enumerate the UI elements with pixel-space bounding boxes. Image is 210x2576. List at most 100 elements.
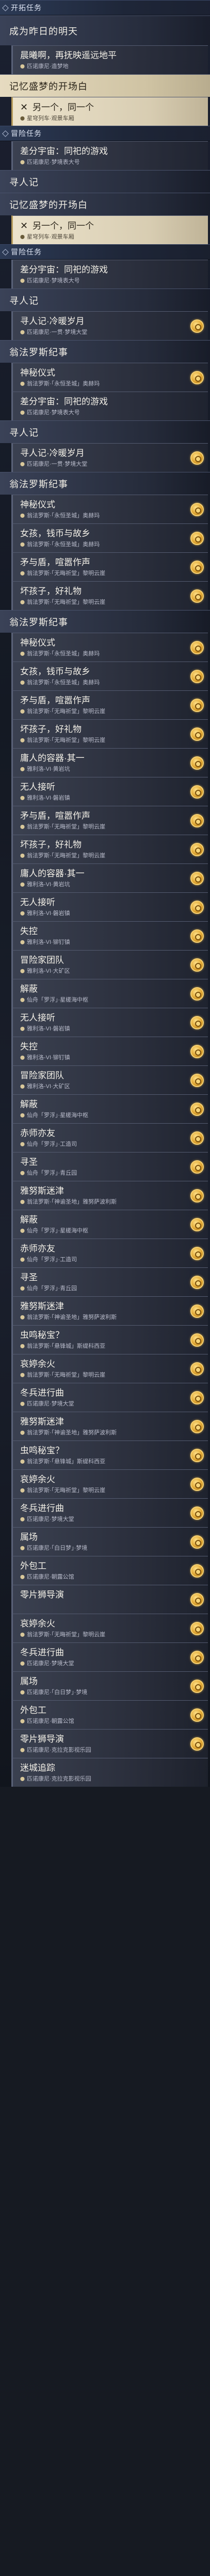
quest-item[interactable]: 女孩，钱币与故乡 ⬤ 翁法罗斯·「永恒圣城」奥赫玛 bbox=[11, 662, 208, 690]
quest-item[interactable]: 冬兵进行曲 ⬤ 匹诺康尼·梦境大堂 bbox=[11, 1498, 208, 1527]
quest-title-text: 哀婷余火 bbox=[20, 1619, 55, 1629]
quest-group-title[interactable]: 成为昨日的明天 bbox=[0, 15, 210, 45]
quest-item[interactable]: 哀婷余火 ⬤ 翁法罗斯·「无晦祈堂」黎明云崖 bbox=[11, 1354, 208, 1383]
quest-title: 冬兵进行曲 bbox=[20, 1647, 185, 1658]
quest-item[interactable]: 虫鸣秘宝？ ⬤ 翁法罗斯·「悬锋城」斯缇科西亚 bbox=[11, 1440, 208, 1469]
quest-location: ⬤ 仙舟「罗浮」·星槎海中枢 bbox=[20, 1227, 185, 1234]
quest-title-text: 晨曦啊，再抚映遥远地平 bbox=[20, 50, 117, 60]
quest-item[interactable]: 雅努斯迷津 ⬤ 翁法罗斯·「神谕圣地」雅努萨波利斯 bbox=[11, 1412, 208, 1440]
quest-item[interactable]: 无人接听 ⬤ 雅利洛-VI·磐岩镇 bbox=[11, 892, 208, 921]
quest-item[interactable]: 虫鸣秘宝？ ⬤ 翁法罗斯·「悬锋城」斯缇科西亚 bbox=[11, 1325, 208, 1354]
quest-item[interactable]: 神秘仪式 ⬤ 翁法罗斯·「永恒圣城」奥赫玛 bbox=[11, 633, 208, 662]
quest-title-text: 寻人记·冷暖岁月 bbox=[20, 316, 85, 326]
quest-item[interactable]: 属场 ⬤ 匹诺康尼·「白日梦」·梦境 bbox=[11, 1527, 208, 1556]
quest-item[interactable]: 冒险家团队 ⬤ 雅利洛-VI·大矿区 bbox=[11, 1065, 208, 1094]
quest-group-title[interactable]: 寻人记 bbox=[0, 420, 210, 443]
quest-item[interactable]: 神秘仪式 ⬤ 翁法罗斯·「永恒圣城」奥赫玛 bbox=[11, 495, 208, 523]
quest-group-title[interactable]: 寻人记 bbox=[0, 289, 210, 311]
quest-location: ⬤ 翁法罗斯·「无晦祈堂」黎明云崖 bbox=[20, 599, 185, 606]
quest-group-label: 记忆盛梦的开场白 bbox=[9, 199, 88, 210]
quest-item[interactable]: 坏孩子，好礼物 ⬤ 翁法罗斯·「无晦祈堂」黎明云崖 bbox=[11, 719, 208, 748]
quest-location-text: 翁法罗斯·「永恒圣城」奥赫玛 bbox=[26, 513, 100, 519]
quest-item[interactable]: 坏孩子，好礼物 ⬤ 翁法罗斯·「无晦祈堂」黎明云崖 bbox=[11, 835, 208, 863]
location-pin-icon: ⬤ bbox=[20, 410, 25, 415]
quest-location: ⬤ 雅利洛-VI·铆钉镇 bbox=[20, 939, 185, 946]
quest-item[interactable]: 零片狮导演 ⬤ 匹诺康尼·克拉克影视乐园 bbox=[11, 1729, 208, 1758]
quest-item[interactable]: 外包工 ⬤ 匹诺康尼·朝露公馆 bbox=[11, 1556, 208, 1585]
quest-item[interactable]: 雅努斯迷津 ⬤ 翁法罗斯·「神谕圣地」雅努萨波利斯 bbox=[11, 1181, 208, 1210]
quest-location: ⬤ 匹诺康尼·「白日梦」·梦境 bbox=[20, 1545, 185, 1552]
quest-item[interactable]: 矛与盾，喧嚣作声 ⬤ 翁法罗斯·「无晦祈堂」黎明云崖 bbox=[11, 690, 208, 719]
quest-title: 差分宇宙：同祀的游戏 bbox=[20, 396, 185, 408]
location-pin-icon: ⬤ bbox=[20, 381, 25, 386]
quest-group-title[interactable]: 记忆盛梦的开场白 bbox=[0, 193, 210, 215]
quest-item[interactable]: 哀婷余火 ⬤ 翁法罗斯·「无晦祈堂」黎明云崖 bbox=[11, 1469, 208, 1498]
location-pin-icon: ⬤ bbox=[20, 1459, 25, 1464]
quest-item[interactable]: 坏孩子，好礼物 ⬤ 翁法罗斯·「无晦祈堂」黎明云崖 bbox=[11, 581, 208, 610]
quest-location-text: 雅利洛-VI·大矿区 bbox=[26, 1083, 70, 1090]
quest-title: 神秘仪式 bbox=[20, 637, 185, 649]
reward-coin-icon bbox=[190, 1044, 204, 1058]
quest-item[interactable]: 神秘仪式 ⬤ 翁法罗斯·「永恒圣城」奥赫玛 bbox=[11, 363, 208, 392]
quest-item[interactable]: 赤师亦友 ⬤ 仙舟「罗浮」·工造司 bbox=[11, 1123, 208, 1152]
quest-item[interactable]: 寻人记·冷暖岁月 ⬤ 匹诺康尼·一贯·梦境大堂 bbox=[11, 311, 208, 340]
quest-location-text: 仙舟「罗浮」·星槎海中枢 bbox=[26, 1228, 89, 1234]
quest-item[interactable]: 庸人的容器·其一 ⬤ 雅利洛-VI·黄岩坑 bbox=[11, 863, 208, 892]
quest-location: ⬤ 翁法罗斯·「无晦祈堂」黎明云崖 bbox=[20, 708, 185, 715]
quest-item[interactable]: 解蔽 ⬤ 仙舟「罗浮」·星槎海中枢 bbox=[11, 1094, 208, 1123]
quest-item[interactable]: 女孩，钱币与故乡 ⬤ 翁法罗斯·「永恒圣城」奥赫玛 bbox=[11, 523, 208, 552]
quest-group-title[interactable]: 翁法罗斯纪事 bbox=[0, 610, 210, 633]
quest-item[interactable]: 冬兵进行曲 ⬤ 匹诺康尼·梦境大堂 bbox=[11, 1383, 208, 1412]
quest-item[interactable]: 庸人的容器·其一 ⬤ 雅利洛-VI·黄岩坑 bbox=[11, 748, 208, 777]
quest-item[interactable]: 无人接听 ⬤ 雅利洛-VI·磐岩镇 bbox=[11, 777, 208, 806]
reward-coin-icon bbox=[190, 1391, 204, 1404]
quest-item[interactable]: 矛与盾，喧嚣作声 ⬤ 翁法罗斯·「无晦祈堂」黎明云崖 bbox=[11, 552, 208, 581]
quest-item[interactable]: 失控 ⬤ 雅利洛-VI·铆钉镇 bbox=[11, 1037, 208, 1065]
location-pin-icon: ⬤ bbox=[20, 513, 25, 518]
location-pin-icon: ⬤ bbox=[20, 234, 25, 239]
quest-item[interactable]: 冬兵进行曲 ⬤ 匹诺康尼·梦境大堂 bbox=[11, 1642, 208, 1671]
quest-item[interactable]: 解蔽 ⬤ 仙舟「罗浮」·星槎海中枢 bbox=[11, 1210, 208, 1239]
quest-title-text: 另一个，同一个 bbox=[33, 103, 94, 112]
location-pin-icon: ⬤ bbox=[20, 1344, 25, 1348]
quest-item[interactable]: 解蔽 ⬤ 仙舟「罗浮」·星槎海中枢 bbox=[11, 979, 208, 1008]
quest-item[interactable]: 失控 ⬤ 雅利洛-VI·铆钉镇 bbox=[11, 921, 208, 950]
quest-item[interactable]: 零片狮导演 bbox=[11, 1585, 208, 1614]
quest-item[interactable]: 差分宇宙：同祀的游戏 ⬤ 匹诺康尼·梦境表大号 bbox=[11, 392, 208, 420]
quest-item[interactable]: 无人接听 ⬤ 雅利洛-VI·磐岩镇 bbox=[11, 1008, 208, 1037]
quest-location-text: 匹诺康尼·「白日梦」·梦境 bbox=[26, 1545, 88, 1551]
quest-group-title[interactable]: 翁法罗斯纪事 bbox=[0, 472, 210, 495]
quest-title-text: 雅努斯迷津 bbox=[20, 1186, 64, 1196]
quest-item[interactable]: 外包工 ⬤ 匹诺康尼·朝露公馆 bbox=[11, 1700, 208, 1729]
quest-item[interactable]: 雅努斯迷津 ⬤ 翁法罗斯·「神谕圣地」雅努萨波利斯 bbox=[11, 1296, 208, 1325]
quest-item[interactable]: 属场 ⬤ 匹诺康尼·「白日梦」·梦境 bbox=[11, 1671, 208, 1700]
quest-item[interactable]: 寻人记·冷暖岁月 ⬤ 匹诺康尼·一贯·梦境大堂 bbox=[11, 443, 208, 472]
quest-item[interactable]: ✕ 另一个，同一个 ⬤ 星穹列车·观景车厢 bbox=[11, 215, 208, 244]
quest-item[interactable]: 差分宇宙：同祀的游戏 ⬤ 匹诺康尼·梦境表大号 bbox=[11, 141, 208, 170]
quest-item[interactable]: 寻圣 ⬤ 仙舟「罗浮」·青丘园 bbox=[11, 1267, 208, 1296]
quest-title-text: 坏孩子，好礼物 bbox=[20, 586, 82, 596]
quest-item[interactable]: 矛与盾，喧嚣作声 ⬤ 翁法罗斯·「无晦祈堂」黎明云崖 bbox=[11, 806, 208, 835]
location-pin-icon: ⬤ bbox=[20, 600, 25, 604]
quest-item[interactable]: 哀婷余火 ⬤ 翁法罗斯·「无晦祈堂」黎明云崖 bbox=[11, 1614, 208, 1642]
quest-title: 迷城追踪 bbox=[20, 1762, 185, 1774]
quest-group-title[interactable]: 记忆盛梦的开场白 bbox=[0, 74, 210, 97]
quest-group-title[interactable]: 寻人记 bbox=[0, 170, 210, 193]
quest-item[interactable]: 差分宇宙：同祀的游戏 ⬤ 匹诺康尼·梦境表大号 bbox=[11, 260, 208, 289]
quest-item[interactable]: ✕ 另一个，同一个 ⬤ 星穹列车·观景车厢 bbox=[11, 97, 208, 126]
quest-location: ⬤ 翁法罗斯·「神谕圣地」雅努萨波利斯 bbox=[20, 1198, 185, 1206]
quest-location: ⬤ 匹诺康尼·「白日梦」·梦境 bbox=[20, 1689, 185, 1696]
quest-title-text: 冬兵进行曲 bbox=[20, 1648, 64, 1657]
quest-group-title[interactable]: 翁法罗斯纪事 bbox=[0, 340, 210, 363]
quest-item[interactable]: 冒险家团队 ⬤ 雅利洛-VI·大矿区 bbox=[11, 950, 208, 979]
quest-title: 坏孩子，好礼物 bbox=[20, 724, 185, 735]
quest-title: 雅努斯迷津 bbox=[20, 1185, 185, 1197]
quest-title: 无人接听 bbox=[20, 782, 185, 793]
quest-location: ⬤ 翁法罗斯·「无晦祈堂」黎明云崖 bbox=[20, 1487, 185, 1494]
quest-item[interactable]: 迷城追踪 ⬤ 匹诺康尼·克拉克影视乐园 bbox=[11, 1758, 208, 1787]
quest-item[interactable]: 赤师亦友 ⬤ 仙舟「罗浮」·工造司 bbox=[11, 1239, 208, 1267]
quest-title-text: 矛与盾，喧嚣作声 bbox=[20, 811, 90, 821]
reward-coin-icon bbox=[190, 1131, 204, 1145]
quest-item[interactable]: 晨曦啊，再抚映遥远地平 ⬤ 匹诺康尼·造梦地 bbox=[11, 45, 208, 74]
quest-item[interactable]: 寻圣 ⬤ 仙舟「罗浮」·青丘园 bbox=[11, 1152, 208, 1181]
